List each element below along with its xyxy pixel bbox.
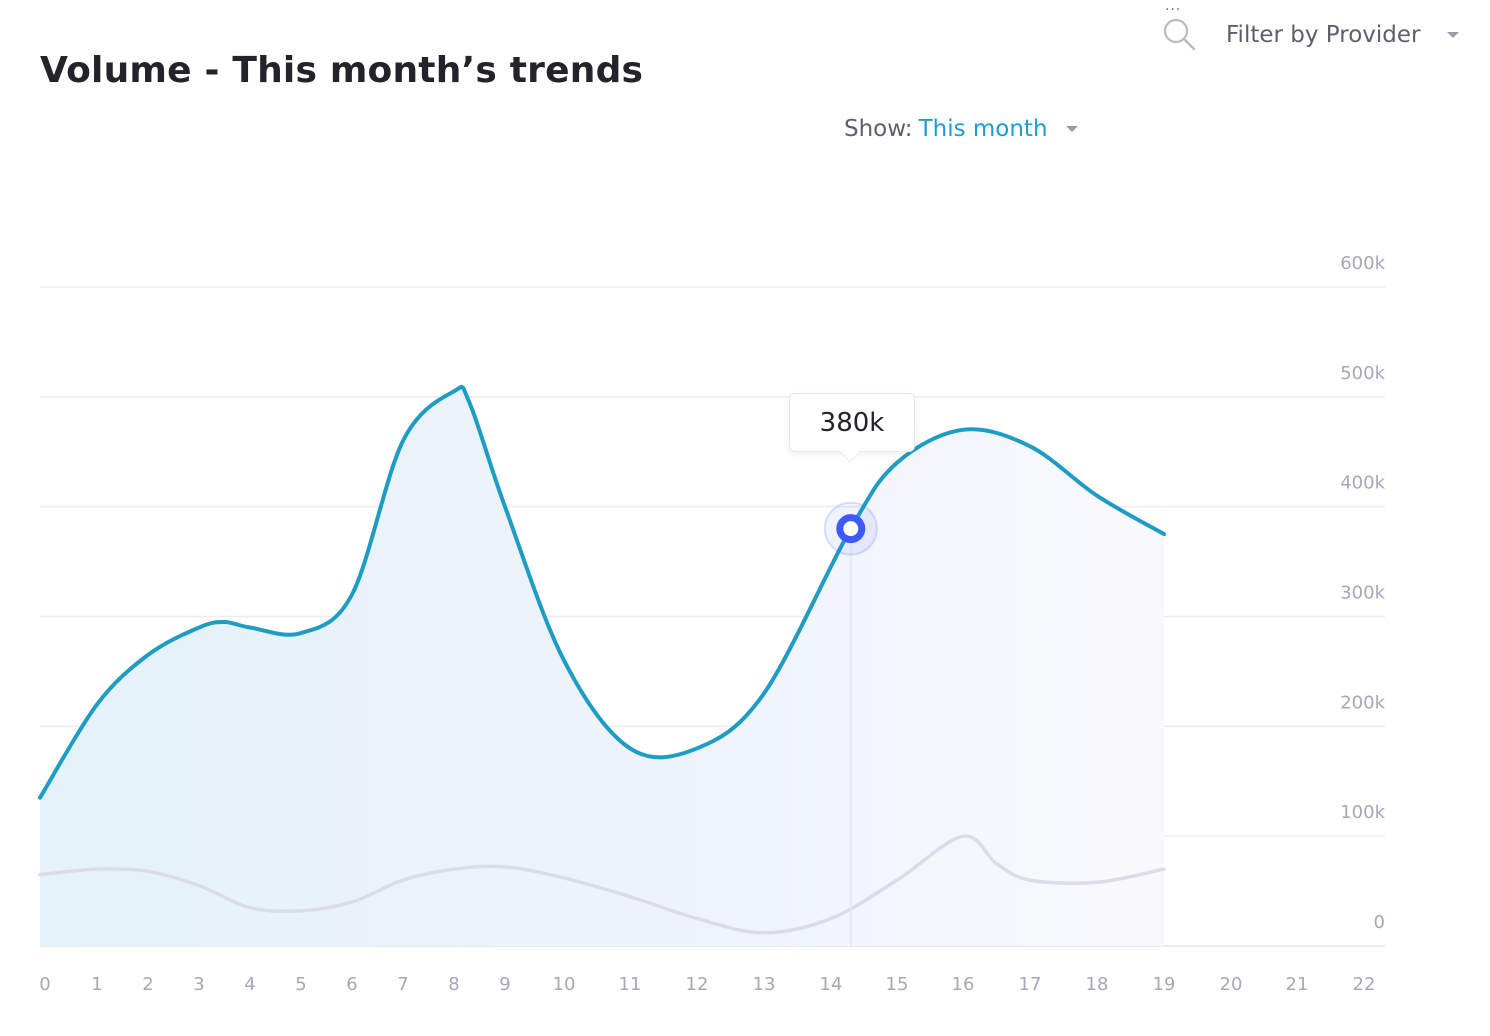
x-tick-label: 4 — [244, 974, 255, 995]
x-tick-label: 11 — [619, 974, 642, 995]
x-tick-label: 6 — [346, 974, 357, 995]
x-tick-label: 17 — [1019, 974, 1042, 995]
tooltip-value: 380k — [819, 407, 885, 438]
volume-chart: 0100k200k300k400k500k600k0 1 2 3 4 5 6 7 8 9 10 11 1… — [38, 253, 1386, 995]
y-tick-label: 500k — [1340, 363, 1385, 384]
x-tick-label: 13 — [753, 974, 776, 995]
x-tick-label: 8 — [448, 974, 459, 995]
x-tick-label: 16 — [952, 974, 975, 995]
x-tick-label: 2 — [142, 974, 153, 995]
x-tick-label: 9 — [499, 974, 510, 995]
x-tick-label: 7 — [397, 974, 408, 995]
x-tick-label: 0 — [39, 974, 50, 995]
x-tick-label: 14 — [820, 974, 843, 995]
y-tick-label: 100k — [1340, 802, 1385, 823]
value-tooltip: 380k — [789, 393, 915, 452]
highlight-marker-point — [836, 514, 866, 544]
y-tick-label: 200k — [1340, 692, 1385, 713]
y-tick-label: 400k — [1340, 473, 1385, 494]
y-tick-label: 0 — [1374, 912, 1385, 933]
x-tick-label: 5 — [295, 974, 306, 995]
x-tick-label: 10 — [553, 974, 576, 995]
x-tick-label: 22 — [1353, 974, 1376, 995]
x-tick-label: 21 — [1286, 974, 1309, 995]
x-tick-label: 20 — [1220, 974, 1243, 995]
x-tick-label: 18 — [1086, 974, 1109, 995]
x-tick-label: 15 — [886, 974, 909, 995]
x-tick-label: 3 — [193, 974, 204, 995]
x-tick-label: 12 — [686, 974, 709, 995]
y-tick-label: 600k — [1340, 253, 1385, 274]
tooltip-pointer — [840, 451, 860, 461]
x-tick-label: 19 — [1153, 974, 1176, 995]
y-tick-label: 300k — [1340, 583, 1385, 604]
x-tick-label: 1 — [91, 974, 102, 995]
